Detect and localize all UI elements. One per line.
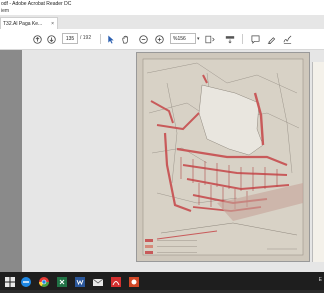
document-tab-label: T32.Al Paga Ke...	[3, 21, 43, 27]
highlight-pen-icon[interactable]	[266, 32, 276, 46]
close-tab-icon[interactable]: ×	[51, 18, 54, 29]
next-page-icon[interactable]	[46, 32, 56, 46]
edge-browser-icon[interactable]	[20, 275, 32, 287]
fit-page-icon[interactable]	[204, 32, 216, 46]
system-tray[interactable]: E	[319, 277, 322, 283]
window-title: odf - Adobe Acrobat Reader DC	[0, 0, 324, 8]
mail-icon[interactable]	[92, 275, 104, 287]
document-tab[interactable]: T32.Al Paga Ke... ×	[0, 17, 58, 29]
scanned-map-page	[136, 52, 310, 262]
zoom-level-field[interactable]: %156	[170, 33, 196, 44]
toolbar: 135 / 192 %156 ▾	[0, 29, 324, 50]
separator	[242, 34, 243, 44]
chrome-icon[interactable]	[38, 275, 50, 287]
previous-page-icon[interactable]	[32, 32, 42, 46]
zoom-out-icon[interactable]	[138, 32, 148, 46]
page-number-input[interactable]: 135	[62, 33, 78, 44]
sign-icon[interactable]	[282, 32, 292, 46]
document-view[interactable]	[0, 50, 324, 272]
scroll-mode-icon[interactable]	[224, 32, 236, 46]
excel-icon[interactable]	[56, 275, 68, 287]
menu-bar[interactable]: iem	[0, 8, 324, 15]
zoom-in-icon[interactable]	[154, 32, 164, 46]
separator	[100, 34, 101, 44]
word-icon[interactable]	[74, 275, 86, 287]
page-total: / 192	[80, 35, 92, 41]
next-page-preview	[312, 62, 324, 262]
hand-tool-icon[interactable]	[120, 32, 130, 46]
select-cursor-icon[interactable]	[106, 32, 116, 46]
comment-icon[interactable]	[250, 32, 260, 46]
windows-start-icon[interactable]	[4, 275, 16, 287]
acrobat-icon[interactable]	[110, 275, 122, 287]
taskbar: E	[0, 272, 324, 290]
tab-bar: T32.Al Paga Ke... ×	[0, 15, 324, 30]
left-panel	[0, 50, 22, 272]
zoom-dropdown-icon[interactable]: ▾	[197, 36, 200, 42]
powerpoint-icon[interactable]	[128, 275, 140, 287]
map-image	[137, 53, 309, 261]
